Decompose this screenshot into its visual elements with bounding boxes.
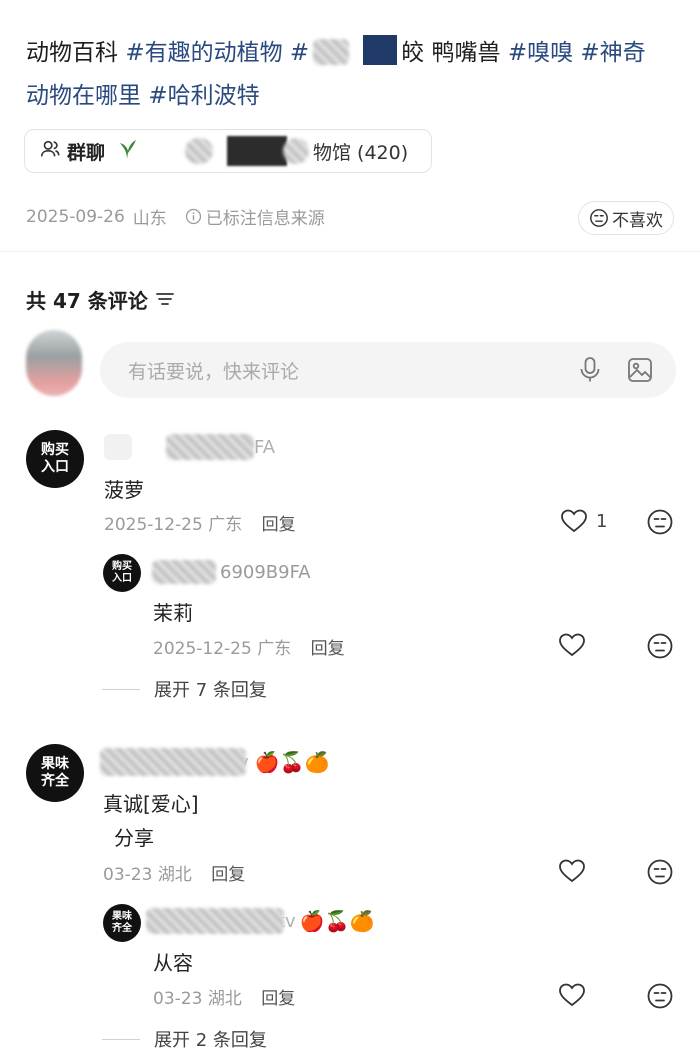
comment-location: 广东 [208,515,243,535]
reply-meta: 03-23 湖北 回复 [153,984,295,1009]
comment-text-line2: 分享 [114,826,154,850]
redacted-name [100,748,246,776]
comment-text: 菠萝 [104,478,144,502]
redacted-block [363,35,398,65]
comment-meta: 2025-12-25 广东 回复 [104,510,296,535]
comment-username[interactable]: FA [104,434,275,460]
post-location: 山东 [132,209,167,229]
image-icon[interactable] [626,356,654,389]
expand-label: 展开 7 条回复 [154,680,267,701]
commenter-avatar[interactable]: 购买 入口 [26,430,84,488]
dislike-button[interactable]: 不喜欢 [578,201,674,235]
hashtag-redacted[interactable]: # [290,40,309,66]
commenter-avatar[interactable]: 果味 齐全 [26,744,84,802]
reply-button[interactable]: 回复 [211,865,245,885]
platypus-text: 鸭嘴兽 [431,40,501,66]
source-note-text: 已标注信息来源 [205,209,325,229]
blurred-avatar-2 [283,138,310,164]
comment-date: 2025-12-25 [104,515,203,535]
reply-username[interactable]: 6909B9FA [152,560,311,584]
reply-meta: 2025-12-25 广东 回复 [153,634,345,659]
hashtag-interesting-plants-animals[interactable]: #有趣的动植物 [125,40,282,66]
heart-icon[interactable] [558,858,586,888]
comment-input-placeholder: 有话要说，快来评论 [128,360,300,383]
blurred-avatar [185,138,214,164]
username-emojis: 🍎🍒🍊 [299,909,375,933]
heart-icon[interactable] [558,982,586,1012]
group-chat-pill[interactable]: 群聊 物馆 (420) [24,129,432,173]
comment-location: 湖北 [157,865,192,885]
post-category: 动物百科 [26,40,118,66]
dislike-face-icon [590,209,608,227]
comment-count: 共 47 条评论 [26,289,148,313]
meh-face-icon[interactable] [646,982,674,1014]
reply-location: 广东 [257,639,292,659]
reply-avatar[interactable]: 果味 齐全 [103,904,141,942]
reply-button[interactable]: 回复 [262,515,296,535]
expand-line [102,1038,140,1040]
microphone-icon[interactable] [578,356,602,389]
redacted-text [313,39,350,65]
group-chat-label: 群聊 [67,141,106,164]
reply-text: 茉莉 [153,601,193,625]
meh-face-icon[interactable] [646,632,674,664]
comment-username[interactable]: v 🍎🍒🍊 [100,748,329,776]
post-meta: 2025-09-26 山东 已标注信息来源 [26,204,325,230]
avatar-text: 购买 入口 [112,561,132,584]
comments-header: 共 47 条评论 [26,285,174,314]
hashtag-fantastic-cont[interactable]: 动物在哪里 [26,83,141,109]
heart-icon[interactable] [558,632,586,662]
redacted-name-2 [166,434,254,460]
redacted-group-name [227,136,288,166]
username-emojis: 🍎🍒🍊 [254,750,330,774]
heart-icon [561,509,587,533]
reply-text: 从容 [153,951,193,975]
comment-text-line1: 真诚[爱心] [103,792,199,816]
username-suffix: FA [254,436,276,458]
reply-date: 03-23 [153,989,203,1009]
hashtag-fantastic[interactable]: #神奇 [580,40,645,66]
info-icon [185,208,201,225]
people-icon [39,138,61,165]
avatar-text: 果味 齐全 [112,911,132,934]
comment-meta: 03-23 湖北 回复 [103,860,245,885]
post-tags: 动物百科 #有趣的动植物 # 皎 鸭嘴兽 #嗅嗅 #神奇 动物在哪里 #哈利波特 [26,32,666,118]
comment-input[interactable]: 有话要说，快来评论 [100,342,676,398]
expand-line [102,688,140,690]
dislike-label: 不喜欢 [612,210,663,231]
plant-icon [117,137,139,166]
redacted-name [146,908,284,934]
username-suffix: 6909B9FA [220,561,311,583]
reply-button[interactable]: 回复 [261,989,295,1009]
reply-avatar[interactable]: 购买 入口 [103,554,141,592]
comment-date: 03-23 [103,865,153,885]
like-count: 1 [596,510,608,532]
meh-face-icon[interactable] [646,858,674,890]
hashtag-harry-potter[interactable]: #哈利波特 [148,83,259,109]
expand-replies[interactable]: 展开 7 条回复 [102,676,267,702]
reply-location: 湖北 [207,989,242,1009]
avatar-text: 果味 齐全 [41,756,69,789]
divider [0,251,700,252]
avatar-text: 购买 入口 [41,442,69,475]
expand-replies[interactable]: 展开 2 条回复 [102,1026,267,1052]
expand-label: 展开 2 条回复 [154,1030,267,1051]
post-date: 2025-09-26 [26,206,125,227]
reply-button[interactable]: 回复 [311,639,345,659]
redacted-name [152,560,216,584]
group-name: 物馆 (420) [313,141,409,164]
reply-date: 2025-12-25 [153,639,252,659]
hashtag-partial-text: 皎 [401,40,425,66]
sort-icon[interactable] [155,288,174,312]
hashtag-niffler[interactable]: #嗅嗅 [508,40,573,66]
reply-username[interactable]: tv 🍎🍒🍊 [146,908,374,934]
like-button[interactable]: 1 [560,508,607,534]
my-avatar [26,330,82,396]
redacted-name [104,434,132,460]
meh-face-icon[interactable] [646,508,674,540]
source-note[interactable]: 已标注信息来源 [185,204,325,229]
